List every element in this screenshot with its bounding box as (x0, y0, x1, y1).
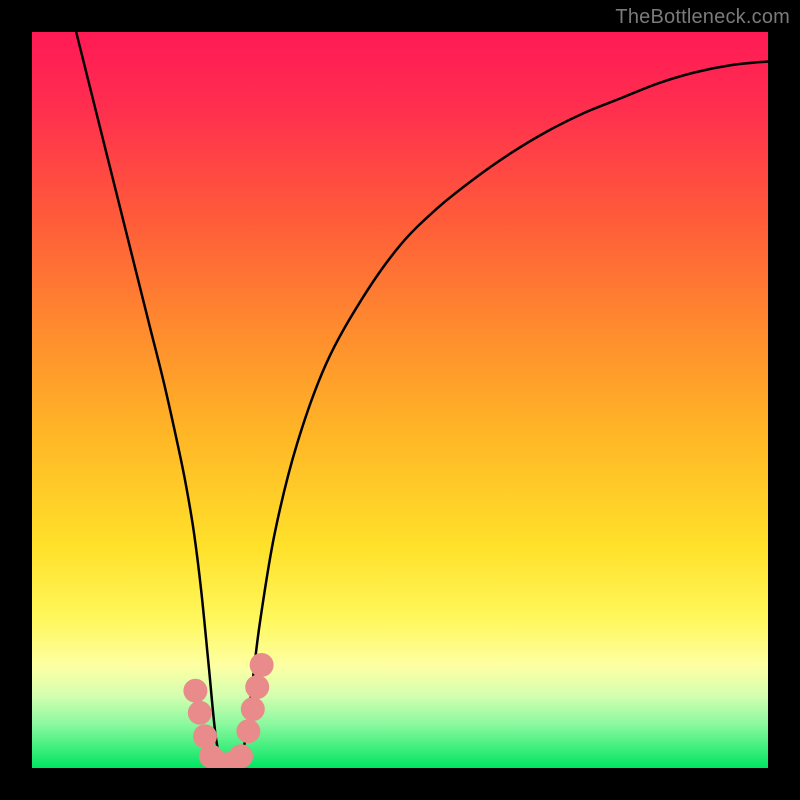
chart-svg (32, 32, 768, 768)
marker-point (183, 679, 207, 703)
chart-plot-area (32, 32, 768, 768)
marker-point (236, 719, 260, 743)
watermark-text: TheBottleneck.com (615, 6, 790, 29)
marker-point (241, 697, 265, 721)
chart-background (32, 32, 768, 768)
marker-point (245, 675, 269, 699)
chart-frame: TheBottleneck.com (0, 0, 800, 800)
marker-point (188, 701, 212, 725)
marker-point (250, 653, 274, 677)
marker-point (229, 744, 253, 768)
